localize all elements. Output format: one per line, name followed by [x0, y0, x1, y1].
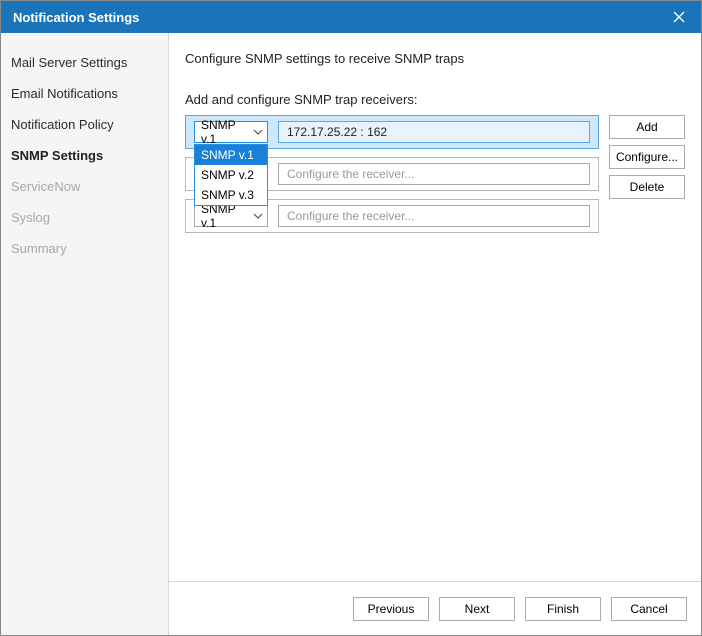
close-button[interactable] [657, 1, 701, 33]
side-buttons: Add Configure... Delete [609, 115, 685, 199]
sidebar-item-email-notifications[interactable]: Email Notifications [1, 78, 168, 109]
cancel-button[interactable]: Cancel [611, 597, 687, 621]
dropdown-item-v2[interactable]: SNMP v.2 [195, 165, 267, 185]
receiver-placeholder: Configure the receiver... [287, 209, 414, 223]
sidebar: Mail Server Settings Email Notifications… [1, 33, 169, 635]
receiver-input[interactable]: Configure the receiver... [278, 163, 590, 185]
receiver-value: 172.17.25.22 : 162 [287, 125, 387, 139]
rows-wrap: SNMP v.1 172.17.25.22 : 162 SNMP v.1 SNM… [185, 115, 685, 241]
window-title: Notification Settings [13, 10, 139, 25]
receiver-row[interactable]: SNMP v.1 172.17.25.22 : 162 SNMP v.1 SNM… [185, 115, 599, 149]
sidebar-item-syslog: Syslog [1, 202, 168, 233]
version-select[interactable]: SNMP v.1 [194, 121, 268, 143]
sidebar-item-servicenow: ServiceNow [1, 171, 168, 202]
receiver-input[interactable]: 172.17.25.22 : 162 [278, 121, 590, 143]
chevron-down-icon [253, 213, 263, 219]
content: Configure SNMP settings to receive SNMP … [169, 33, 701, 581]
dropdown-item-v1[interactable]: SNMP v.1 [195, 145, 267, 165]
previous-button[interactable]: Previous [353, 597, 429, 621]
version-select-value: SNMP v.1 [201, 118, 253, 146]
sidebar-item-notification-policy[interactable]: Notification Policy [1, 109, 168, 140]
delete-button[interactable]: Delete [609, 175, 685, 199]
configure-button[interactable]: Configure... [609, 145, 685, 169]
finish-button[interactable]: Finish [525, 597, 601, 621]
receiver-placeholder: Configure the receiver... [287, 167, 414, 181]
version-dropdown: SNMP v.1 SNMP v.2 SNMP v.3 [194, 144, 268, 206]
main: Configure SNMP settings to receive SNMP … [169, 33, 701, 635]
receiver-input[interactable]: Configure the receiver... [278, 205, 590, 227]
section-label: Add and configure SNMP trap receivers: [185, 92, 685, 107]
body: Mail Server Settings Email Notifications… [1, 33, 701, 635]
next-button[interactable]: Next [439, 597, 515, 621]
version-select[interactable]: SNMP v.1 [194, 205, 268, 227]
sidebar-item-snmp-settings[interactable]: SNMP Settings [1, 140, 168, 171]
sidebar-item-mail-server[interactable]: Mail Server Settings [1, 47, 168, 78]
rows: SNMP v.1 172.17.25.22 : 162 SNMP v.1 SNM… [185, 115, 599, 241]
content-header: Configure SNMP settings to receive SNMP … [185, 51, 685, 66]
dropdown-item-v3[interactable]: SNMP v.3 [195, 185, 267, 205]
add-button[interactable]: Add [609, 115, 685, 139]
titlebar: Notification Settings [1, 1, 701, 33]
footer: Previous Next Finish Cancel [169, 581, 701, 635]
chevron-down-icon [253, 129, 263, 135]
version-select-value: SNMP v.1 [201, 202, 253, 230]
sidebar-item-summary: Summary [1, 233, 168, 264]
close-icon [673, 11, 685, 23]
